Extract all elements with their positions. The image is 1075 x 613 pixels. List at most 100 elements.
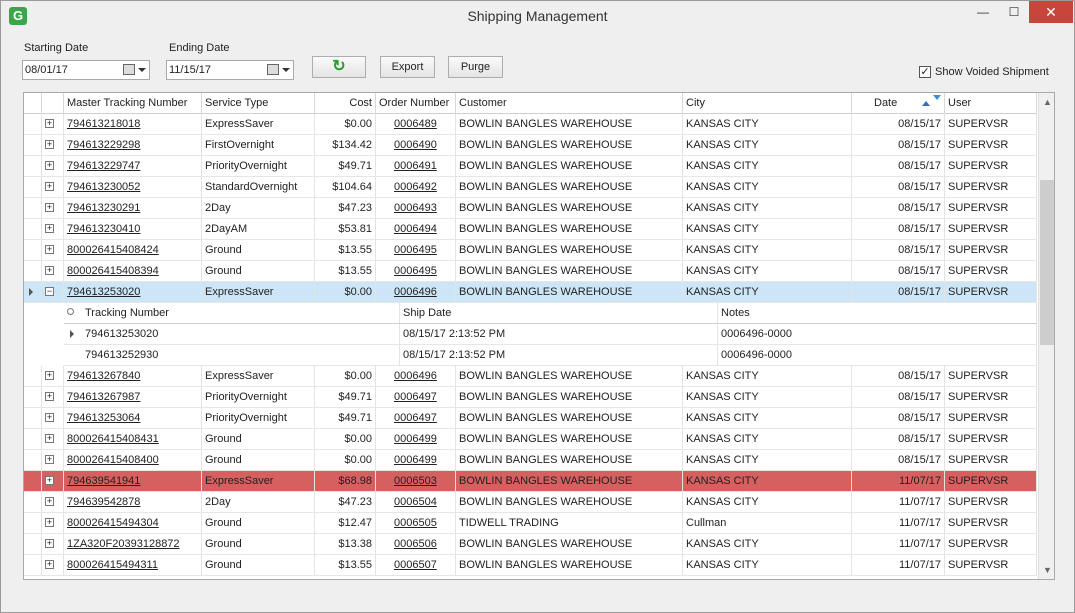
cell-order-number[interactable]: 0006489: [376, 114, 456, 134]
column-master-tracking[interactable]: Master Tracking Number: [64, 93, 202, 114]
column-cost[interactable]: Cost: [315, 93, 376, 114]
cell-order-number[interactable]: 0006504: [376, 492, 456, 512]
search-icon[interactable]: [67, 308, 74, 315]
column-order-number[interactable]: Order Number: [376, 93, 456, 114]
cell-order-number[interactable]: 0006506: [376, 534, 456, 554]
expand-icon[interactable]: +: [45, 518, 54, 527]
cell-order-number[interactable]: 0006495: [376, 240, 456, 260]
table-row[interactable]: +794613230052 StandardOvernight $104.64 000…: [24, 177, 1037, 198]
expand-icon[interactable]: +: [45, 434, 54, 443]
cell-master-tracking[interactable]: 800026415494304: [64, 513, 202, 533]
cell-master-tracking[interactable]: 800026415408400: [64, 450, 202, 470]
expand-icon[interactable]: +: [45, 161, 54, 170]
cell-order-number[interactable]: 0006495: [376, 261, 456, 281]
table-row[interactable]: +794639542878 2Day $47.23 0006504 BOWLIN BAN…: [24, 492, 1037, 513]
expand-icon[interactable]: +: [45, 266, 54, 275]
table-row[interactable]: +800026415494304 Ground $12.47 0006505 TIDWE…: [24, 513, 1037, 534]
detail-column-notes[interactable]: Notes: [718, 303, 1037, 323]
expand-icon[interactable]: +: [45, 182, 54, 191]
cell-order-number[interactable]: 0006503: [376, 471, 456, 491]
table-row[interactable]: +794613253064 PriorityOvernight $49.71 0006…: [24, 408, 1037, 429]
cell-master-tracking[interactable]: 794613267840: [64, 366, 202, 386]
expand-icon[interactable]: +: [45, 119, 54, 128]
column-user[interactable]: User: [945, 93, 1037, 114]
cell-master-tracking[interactable]: 794613230052: [64, 177, 202, 197]
table-row[interactable]: +1ZA320F20393128872 Ground $13.38 0006506 BO…: [24, 534, 1037, 555]
cell-order-number[interactable]: 0006507: [376, 555, 456, 575]
vertical-scrollbar[interactable]: ▲ ▼: [1038, 93, 1054, 579]
cell-master-tracking[interactable]: 800026415494311: [64, 555, 202, 575]
detail-column-ship-date[interactable]: Ship Date: [400, 303, 718, 323]
expand-icon[interactable]: +: [45, 203, 54, 212]
table-row[interactable]: +794613267840 ExpressSaver $0.00 0006496 BOW…: [24, 366, 1037, 387]
cell-master-tracking[interactable]: 800026415408394: [64, 261, 202, 281]
cell-master-tracking[interactable]: 794613230410: [64, 219, 202, 239]
expand-icon[interactable]: +: [45, 497, 54, 506]
cell-master-tracking[interactable]: 794613218018: [64, 114, 202, 134]
detail-row[interactable]: 794613253020 08/15/17 2:13:52 PM 0006496-0…: [64, 324, 1037, 345]
cell-master-tracking[interactable]: 800026415408424: [64, 240, 202, 260]
export-button[interactable]: Export: [380, 56, 435, 78]
scroll-down-icon[interactable]: ▼: [1043, 565, 1052, 575]
cell-order-number[interactable]: 0006493: [376, 198, 456, 218]
column-city[interactable]: City: [683, 93, 852, 114]
cell-order-number[interactable]: 0006499: [376, 429, 456, 449]
expand-icon[interactable]: +: [45, 476, 54, 485]
chevron-down-icon[interactable]: [138, 68, 146, 72]
cell-order-number[interactable]: 0006505: [376, 513, 456, 533]
detail-row[interactable]: 794613252930 08/15/17 2:13:52 PM 0006496-0…: [64, 345, 1037, 366]
table-row[interactable]: +794613230291 2Day $47.23 0006493 BOWLIN BAN…: [24, 198, 1037, 219]
table-row[interactable]: +800026415408394 Ground $13.55 0006495 BOWLI…: [24, 261, 1037, 282]
cell-master-tracking[interactable]: 794613229747: [64, 156, 202, 176]
expand-icon[interactable]: +: [45, 413, 54, 422]
table-row[interactable]: +800026415408400 Ground $0.00 0006499 BOWLIN…: [24, 450, 1037, 471]
cell-master-tracking[interactable]: 794613253064: [64, 408, 202, 428]
starting-date-picker[interactable]: 08/01/17: [22, 60, 150, 80]
ending-date-picker[interactable]: 11/15/17: [166, 60, 294, 80]
calendar-icon[interactable]: [123, 64, 135, 75]
cell-order-number[interactable]: 0006496: [376, 366, 456, 386]
table-row[interactable]: +794613229298 FirstOvernight $134.42 000649…: [24, 135, 1037, 156]
expand-icon[interactable]: +: [45, 392, 54, 401]
maximize-button[interactable]: ☐: [1000, 1, 1028, 23]
expand-icon[interactable]: +: [45, 140, 54, 149]
scrollbar-thumb[interactable]: [1040, 180, 1054, 345]
cell-master-tracking[interactable]: 794613253020: [64, 282, 202, 302]
cell-order-number[interactable]: 0006497: [376, 408, 456, 428]
table-row[interactable]: +800026415408431 Ground $0.00 0006499 BOWLIN…: [24, 429, 1037, 450]
expand-icon[interactable]: +: [45, 455, 54, 464]
cell-master-tracking[interactable]: 794613230291: [64, 198, 202, 218]
close-button[interactable]: ✕: [1029, 1, 1073, 23]
collapse-icon[interactable]: −: [45, 287, 54, 296]
chevron-down-icon[interactable]: [282, 68, 290, 72]
table-row[interactable]: +794613218018 ExpressSaver $0.00 0006489 BOW…: [24, 114, 1037, 135]
column-date[interactable]: Date: [852, 93, 945, 114]
cell-order-number[interactable]: 0006496: [376, 282, 456, 302]
column-customer[interactable]: Customer: [456, 93, 683, 114]
table-row-selected[interactable]: − 794613253020 ExpressSaver $0.00 0006496 BOW…: [24, 282, 1037, 303]
cell-order-number[interactable]: 0006497: [376, 387, 456, 407]
expand-icon[interactable]: +: [45, 224, 54, 233]
table-row[interactable]: +794613267987 PriorityOvernight $49.71 0006…: [24, 387, 1037, 408]
table-row-voided[interactable]: +794639541941 ExpressSaver $68.98 0006503 BO…: [24, 471, 1037, 492]
table-row[interactable]: +794613229747 PriorityOvernight $49.71 0006…: [24, 156, 1037, 177]
column-service-type[interactable]: Service Type: [202, 93, 315, 114]
cell-master-tracking[interactable]: 1ZA320F20393128872: [64, 534, 202, 554]
scroll-up-icon[interactable]: ▲: [1043, 97, 1052, 107]
cell-order-number[interactable]: 0006490: [376, 135, 456, 155]
expand-icon[interactable]: +: [45, 371, 54, 380]
cell-master-tracking[interactable]: 794639542878: [64, 492, 202, 512]
expand-icon[interactable]: +: [45, 560, 54, 569]
cell-order-number[interactable]: 0006494: [376, 219, 456, 239]
expand-icon[interactable]: +: [45, 539, 54, 548]
table-row[interactable]: +794613230410 2DayAM $53.81 0006494 BOWLIN B…: [24, 219, 1037, 240]
cell-master-tracking[interactable]: 800026415408431: [64, 429, 202, 449]
filter-icon[interactable]: [933, 95, 941, 100]
cell-master-tracking[interactable]: 794613267987: [64, 387, 202, 407]
cell-master-tracking[interactable]: 794639541941: [64, 471, 202, 491]
refresh-button[interactable]: ↻: [312, 56, 366, 78]
purge-button[interactable]: Purge: [448, 56, 503, 78]
minimize-button[interactable]: —: [969, 1, 997, 23]
cell-order-number[interactable]: 0006491: [376, 156, 456, 176]
cell-order-number[interactable]: 0006492: [376, 177, 456, 197]
